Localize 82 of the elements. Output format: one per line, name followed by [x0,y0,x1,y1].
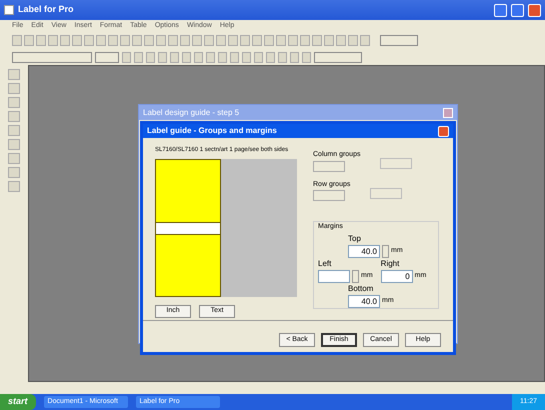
toolbar-icon[interactable] [48,35,58,46]
close-button[interactable] [528,4,541,16]
label-area [156,160,220,222]
format-icon[interactable] [302,52,311,62]
format-icon[interactable] [134,52,143,62]
field-label: Right [380,258,400,270]
input-field[interactable] [318,270,350,282]
toolbar-icon[interactable] [288,35,298,46]
format-icon[interactable] [206,52,215,62]
spin-buttons[interactable] [382,244,389,258]
tool-icon[interactable] [8,181,20,192]
app-icon [4,5,14,15]
window-title: Label for Pro [18,3,74,16]
toolbar-icon[interactable] [216,35,226,46]
format-icon[interactable] [170,52,179,62]
size-dropdown[interactable] [95,52,119,62]
minimize-button[interactable] [494,4,507,16]
toolbar-icon[interactable] [96,35,106,46]
tool-icon[interactable] [8,167,20,178]
format-icon[interactable] [122,52,131,62]
toolbar-icon[interactable] [360,35,370,46]
field-label: Bottom [348,282,374,294]
toolbar-icon[interactable] [168,35,178,46]
toolbar-icon[interactable] [144,35,154,46]
spin-buttons[interactable] [352,270,359,282]
format-icon[interactable] [182,52,191,62]
toolbar-icon[interactable] [324,35,334,46]
toolbar-icon[interactable] [336,35,346,46]
toolbar-icon[interactable] [180,35,190,46]
format-icon[interactable] [194,52,203,62]
format-icon[interactable] [242,52,251,62]
tool-icon[interactable] [8,139,20,150]
toolbar-icon[interactable] [240,35,250,46]
style-dropdown[interactable] [314,52,362,62]
font-dropdown[interactable] [12,52,92,62]
toolbar-icon[interactable] [60,35,70,46]
toolbar-icon[interactable] [348,35,358,46]
input-field[interactable]: 0 [380,270,413,282]
toolbar-icon[interactable] [228,35,238,46]
label-area [156,235,220,296]
dialog-title: Label design guide - step 5 [143,106,240,118]
toolbar-icon[interactable] [156,35,166,46]
toolbar-icon[interactable] [204,35,214,46]
field-label: Top [348,232,362,244]
dropdown[interactable] [380,35,418,46]
toolbar-icon[interactable] [300,35,310,46]
field-label: Left [318,258,332,270]
format-icon[interactable] [158,52,167,62]
toolbar-icon[interactable] [132,35,142,46]
format-icon[interactable] [266,52,275,62]
tool-icon[interactable] [8,125,20,136]
dialog-title: Label guide - Groups and margins [147,125,277,137]
toolbar-icon[interactable] [264,35,274,46]
close-button[interactable] [438,126,449,136]
format-icon[interactable] [290,52,299,62]
format-icon[interactable] [254,52,263,62]
tool-icon[interactable] [8,97,20,108]
format-icon[interactable] [146,52,155,62]
maximize-button[interactable] [511,4,524,16]
disabled-spinner [380,158,412,169]
format-icon[interactable] [230,52,239,62]
toolbar-icon[interactable] [120,35,130,46]
tool-icon[interactable] [8,83,20,94]
toolbar-icon[interactable] [72,35,82,46]
start-button[interactable]: start [0,394,36,410]
toolbar-icon[interactable] [252,35,262,46]
toolbar-icon[interactable] [36,35,46,46]
tool-icon[interactable] [8,111,20,122]
tool-icon[interactable] [8,153,20,164]
toolbar-icon[interactable] [12,35,22,46]
disabled-spinner [370,188,402,198]
format-icon[interactable] [278,52,287,62]
input-field[interactable]: 40.0 [348,244,380,258]
toolbar-icon[interactable] [24,35,34,46]
input-field[interactable]: 40.0 [348,294,380,308]
toolbar-icon[interactable] [108,35,118,46]
toolbar-icon[interactable] [276,35,286,46]
format-icon[interactable] [218,52,227,62]
toolbar-icon[interactable] [192,35,202,46]
toolbar-icon[interactable] [84,35,94,46]
toolbar-icon[interactable] [312,35,322,46]
tool-icon[interactable] [8,69,20,80]
